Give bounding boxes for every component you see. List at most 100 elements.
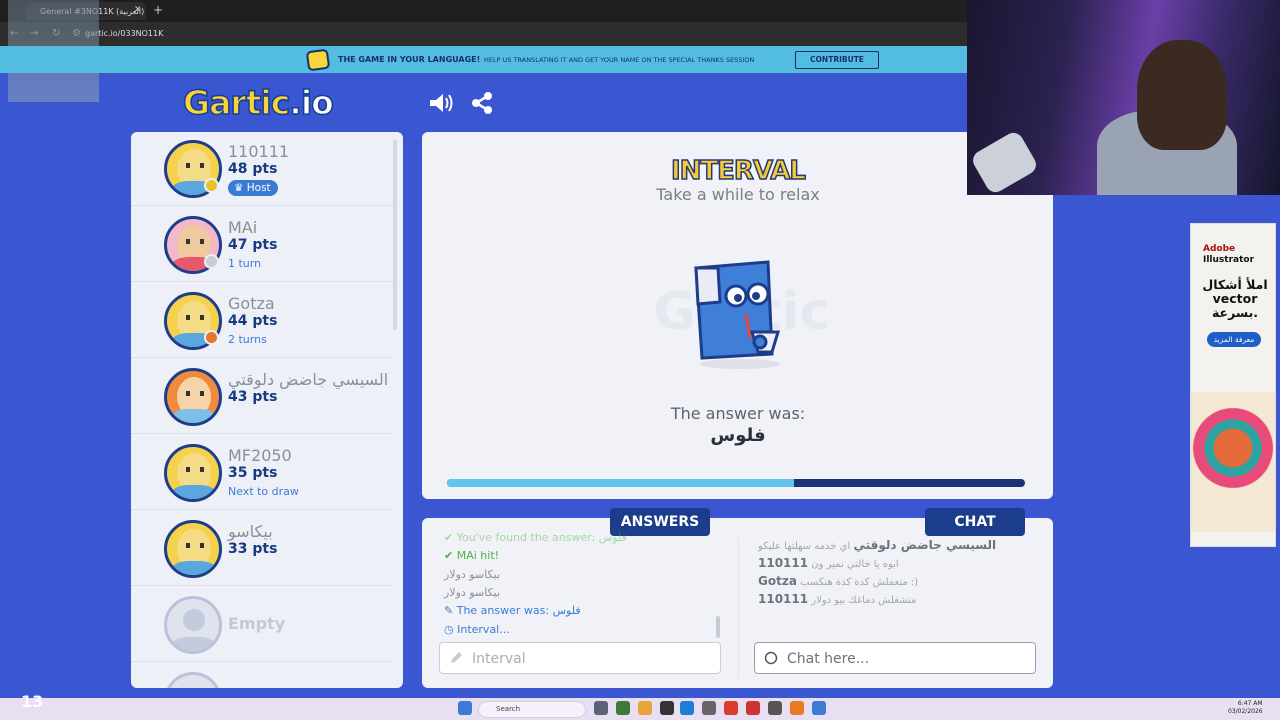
crown-icon: ♛: [234, 182, 247, 194]
logo-text: Gartic: [182, 82, 291, 123]
gartic-logo[interactable]: Gartic.io: [182, 82, 334, 123]
drawing-stage: Gartic INTERVAL Take a while to relax Th…: [422, 132, 1053, 499]
empty-slot: Empty: [131, 588, 393, 662]
share-icon[interactable]: [471, 91, 493, 115]
ad-learn-more-button[interactable]: معرفة المزيد: [1207, 332, 1261, 347]
interval-title: INTERVAL: [670, 155, 807, 187]
chat-message: السيسي جاضض دلوقتي اي خدمه سهلتها عليكو: [758, 538, 997, 552]
chat-user: Gotza: [758, 574, 797, 588]
player-row[interactable]: 110111 48 pts ♛ Host: [131, 132, 393, 206]
banner-subtitle: HELP US TRANSLATING IT AND GET YOUR NAME…: [484, 56, 755, 64]
empty-label: Empty: [228, 614, 286, 633]
notification-counter[interactable]: 13: [21, 692, 43, 711]
answers-scrollbar[interactable]: [716, 616, 720, 638]
player-points: 33 pts: [228, 541, 278, 557]
answer-placeholder: Interval: [472, 651, 526, 667]
chat-message: 110111 متشغلش دماغك بيو دولار: [758, 592, 917, 606]
chat-user: السيسي جاضض دلوقتي: [853, 538, 997, 552]
answers-chat-panel: ANSWERS CHAT ✔ You've found the answer: …: [422, 508, 1053, 688]
answer-message: بيكاسو دولار: [444, 586, 500, 599]
webcam-overlay: [967, 0, 1280, 195]
next-to-draw-label: Next to draw: [228, 485, 299, 498]
host-badge: ♛ Host: [228, 180, 278, 196]
answer-word: فلوس: [710, 425, 766, 446]
chat-placeholder: Chat here...: [787, 651, 870, 667]
player-turns: 1 turn: [228, 257, 262, 270]
app-icon[interactable]: [812, 701, 826, 715]
player-name: 110111: [228, 142, 290, 161]
app-icon[interactable]: [660, 701, 674, 715]
answer-message: ◷ Interval...: [444, 623, 510, 636]
clock-icon: ◷: [444, 623, 454, 636]
player-name: MAi: [228, 218, 258, 237]
sound-icon[interactable]: [428, 92, 454, 114]
microphone: [969, 129, 1040, 195]
app-icon[interactable]: [746, 701, 760, 715]
ad-product: Illustrator: [1203, 255, 1255, 265]
clock[interactable]: 6:47 AM 03/02/2026: [1228, 700, 1263, 716]
player-points: 44 pts: [228, 313, 278, 329]
app-icon[interactable]: [790, 701, 804, 715]
pencil-icon: ✎: [444, 604, 454, 617]
browser-tab-strip: General #3NO11K (العربية) - G ✕ +: [0, 0, 968, 22]
players-scrollbar[interactable]: [393, 140, 397, 330]
folder-icon[interactable]: [638, 701, 652, 715]
answer-message: ✔ MAi hit!: [444, 549, 500, 562]
app-icon[interactable]: [768, 701, 782, 715]
status-dot: [204, 330, 219, 345]
avatar: [164, 444, 222, 502]
contribute-button[interactable]: CONTRIBUTE: [795, 51, 879, 69]
players-list: 110111 48 pts ♛ Host MAi 47 pts 1 turn G…: [131, 132, 403, 688]
chat-input[interactable]: Chat here...: [754, 642, 1036, 674]
answer-label: The answer was:: [670, 404, 806, 423]
chat-user: 110111: [758, 556, 809, 570]
advertisement[interactable]: Adobe Illustrator املأ أشكال vector بسرع…: [1190, 223, 1276, 547]
task-view-icon[interactable]: [594, 701, 608, 715]
round-progress-bar: [447, 479, 1025, 487]
panel-divider: [738, 538, 739, 678]
player-name: السيسي جاضض دلوقتي: [228, 370, 389, 389]
tab-chat[interactable]: CHAT: [925, 508, 1025, 536]
player-row[interactable]: بيكاسو 33 pts: [131, 512, 393, 586]
new-tab-icon[interactable]: +: [153, 3, 163, 17]
chat-message: 110111 ابوه يا خالتي نمير ون: [758, 556, 899, 570]
ad-brand: Adobe: [1203, 244, 1236, 254]
check-icon: ✔: [444, 549, 454, 562]
windows-start-icon[interactable]: [458, 701, 472, 715]
translate-icon: [305, 48, 331, 72]
banner-title: THE GAME IN YOUR LANGUAGE!: [338, 55, 481, 64]
player-row[interactable]: MF2050 35 pts Next to draw: [131, 436, 393, 510]
host-label: Host: [246, 182, 271, 194]
ad-artwork: [1191, 392, 1275, 532]
player-row[interactable]: MAi 47 pts 1 turn: [131, 208, 393, 282]
player-points: 48 pts: [228, 161, 278, 177]
answer-message: بيكاسو دولار: [444, 568, 500, 581]
player-name: Gotza: [228, 294, 275, 313]
address-bar: ← → ↻ ⚙ gartic.io/033NO11K: [0, 22, 968, 46]
empty-slot: [131, 664, 393, 688]
mascot-icon: [694, 260, 781, 369]
player-name: MF2050: [228, 446, 292, 465]
player-row[interactable]: Gotza 44 pts 2 turns: [131, 284, 393, 358]
translate-banner: THE GAME IN YOUR LANGUAGE! HELP US TRANS…: [0, 46, 968, 73]
answer-message: ✔ You've found the answer: فلوس: [444, 531, 627, 544]
chat-bubble-icon: [764, 651, 778, 665]
player-points: 47 pts: [228, 237, 278, 253]
chrome-icon[interactable]: [724, 701, 738, 715]
edge-icon[interactable]: [680, 701, 694, 715]
empty-avatar-icon: [164, 672, 222, 688]
answer-input[interactable]: Interval: [439, 642, 721, 674]
player-name: بيكاسو: [228, 522, 273, 541]
app-icon[interactable]: [616, 701, 630, 715]
app-icon[interactable]: [702, 701, 716, 715]
avatar: [164, 368, 222, 426]
close-icon[interactable]: ✕: [134, 5, 142, 15]
streamer-head: [1137, 40, 1227, 150]
taskbar-search[interactable]: Search: [478, 701, 586, 718]
chat-message: Gotza متعملش كدة كدة هنكسب :): [758, 574, 919, 588]
status-dot: [204, 254, 219, 269]
player-points: 35 pts: [228, 465, 278, 481]
player-turns: 2 turns: [228, 333, 267, 346]
progress-fill: [447, 479, 794, 487]
player-row[interactable]: السيسي جاضض دلوقتي 43 pts: [131, 360, 393, 434]
